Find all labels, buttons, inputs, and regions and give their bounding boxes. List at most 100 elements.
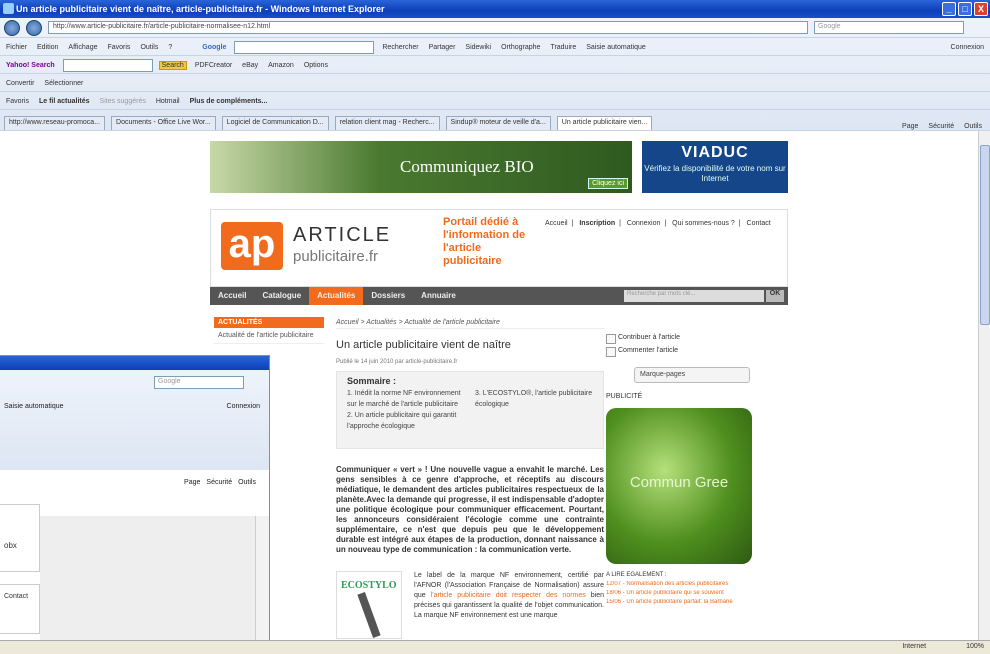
ecostylo-image: ECOSTYLO bbox=[336, 571, 402, 639]
tool-securite[interactable]: Sécurité bbox=[926, 123, 956, 130]
eco-link[interactable]: l'article publicitaire doit respecter de… bbox=[431, 592, 586, 599]
tab-1[interactable]: http://www.reseau-promoca... bbox=[4, 116, 106, 130]
brand-article: ARTICLE bbox=[293, 224, 392, 246]
site-search-ok[interactable]: OK bbox=[766, 290, 784, 302]
sommaire-col-2[interactable]: 3. L'ECOSTYLO®, l'article publicitaire é… bbox=[475, 388, 593, 432]
win2-page-area bbox=[40, 516, 255, 650]
tool-outils[interactable]: Outils bbox=[962, 123, 990, 130]
amazon-button[interactable]: Amazon bbox=[266, 62, 296, 69]
pdfcreator-button[interactable]: PDFCreator bbox=[193, 62, 234, 69]
win2-search[interactable]: Google bbox=[154, 375, 244, 389]
bio-banner[interactable]: Communiquez BIO Cliquez ici bbox=[210, 141, 632, 193]
ebay-button[interactable]: eBay bbox=[240, 62, 260, 69]
sommaire-title: Sommaire : bbox=[347, 376, 397, 386]
convert-row: Convertir Sélectionner bbox=[0, 75, 990, 92]
left-item[interactable]: Actualité de l'article publicitaire bbox=[214, 328, 324, 344]
google-orthographe[interactable]: Orthographe bbox=[499, 44, 542, 51]
nav-actualites[interactable]: Actualités bbox=[309, 287, 364, 305]
google-partager[interactable]: Partager bbox=[427, 44, 458, 51]
brand-publicitaire: publicitaire.fr bbox=[293, 248, 379, 265]
tab-3[interactable]: Logiciel de Communication D... bbox=[221, 116, 329, 130]
minimize-button[interactable]: _ bbox=[942, 2, 956, 16]
win2-tile-1[interactable]: obx bbox=[0, 504, 40, 572]
address-bar[interactable]: http://www.article-publicitaire.fr/artic… bbox=[48, 21, 808, 34]
tab-4[interactable]: relation client mag - Recherc... bbox=[334, 116, 440, 130]
yahoo-search-button[interactable]: Search bbox=[158, 60, 187, 70]
article-title: Un article publicitaire vient de naître bbox=[336, 339, 511, 351]
nav-catalogue[interactable]: Catalogue bbox=[254, 287, 309, 305]
tab-2[interactable]: Documents - Office Live Wor... bbox=[111, 116, 216, 130]
back-button[interactable] bbox=[4, 19, 20, 36]
topnav-inscription[interactable]: Inscription bbox=[579, 220, 615, 227]
menu-edition[interactable]: Edition bbox=[35, 44, 60, 51]
tabs-row: http://www.reseau-promoca... Documents -… bbox=[0, 111, 990, 131]
google-saisie[interactable]: Saisie automatique bbox=[584, 44, 648, 51]
breadcrumb[interactable]: Accueil > Actualités > Actualité de l'ar… bbox=[336, 317, 604, 329]
menu-fichier[interactable]: Fichier bbox=[4, 44, 29, 51]
bio-banner-cta[interactable]: Cliquez ici bbox=[588, 178, 628, 189]
right-column: Contribuer à l'article Commenter l'artic… bbox=[606, 331, 784, 605]
sommaire-col-1[interactable]: 1. Inédit la norme NF environnement sur … bbox=[347, 388, 465, 432]
selectionner-button[interactable]: Sélectionner bbox=[42, 80, 85, 87]
maximize-button[interactable]: □ bbox=[958, 2, 972, 16]
related-link-2[interactable]: 18/06 - Un article publicitaire qui se s… bbox=[606, 590, 784, 596]
win2-outils[interactable]: Outils bbox=[238, 479, 256, 486]
fav-plus-complements[interactable]: Plus de compléments... bbox=[188, 98, 270, 105]
scroll-thumb[interactable] bbox=[980, 145, 990, 325]
win2-securite[interactable]: Sécurité bbox=[206, 479, 232, 486]
site-search-input[interactable]: Recherche par mots clé... bbox=[624, 290, 764, 302]
nav-accueil[interactable]: Accueil bbox=[210, 287, 254, 305]
win2-contact[interactable]: Contact bbox=[0, 584, 40, 634]
convertir-button[interactable]: Convertir bbox=[4, 80, 36, 87]
google-sidewiki[interactable]: Sidewiki bbox=[463, 44, 493, 51]
yahoo-search-input[interactable] bbox=[62, 58, 153, 72]
win2-connexion[interactable]: Connexion bbox=[227, 403, 270, 410]
status-zone: Internet bbox=[902, 643, 927, 650]
leaf-ad-image[interactable]: Commun Gree bbox=[606, 408, 752, 564]
fav-hotmail[interactable]: Hotmail bbox=[154, 98, 182, 105]
forward-button[interactable] bbox=[26, 19, 42, 36]
status-zoom[interactable]: 100% bbox=[966, 643, 984, 652]
menu-favoris[interactable]: Favoris bbox=[105, 44, 132, 51]
vertical-scrollbar[interactable] bbox=[978, 131, 990, 640]
google-connexion[interactable]: Connexion bbox=[949, 44, 990, 51]
close-button[interactable]: X bbox=[974, 2, 988, 16]
win2-page[interactable]: Page bbox=[184, 479, 200, 486]
google-traduire[interactable]: Traduire bbox=[548, 44, 578, 51]
fav-fil-actualites[interactable]: Le fil actualités bbox=[37, 98, 92, 105]
status-bar: Internet 100% bbox=[0, 640, 990, 654]
topnav-contact[interactable]: Contact bbox=[747, 220, 771, 227]
viaduc-banner[interactable]: VIADUC Vérifiez la disponibilité de votr… bbox=[642, 141, 788, 193]
yahoo-logo: Yahoo! Search bbox=[6, 61, 55, 69]
site-logo[interactable]: ap bbox=[221, 222, 283, 270]
win2-scrollbar[interactable] bbox=[255, 516, 269, 650]
menu-help[interactable]: ? bbox=[166, 44, 174, 51]
contribuer-link[interactable]: Contribuer à l'article bbox=[606, 331, 784, 344]
topnav-accueil[interactable]: Accueil bbox=[545, 220, 568, 227]
fav-sites-suggeres[interactable]: Sites suggérés bbox=[98, 98, 148, 105]
related-link-1[interactable]: 12/07 - Normalisation des articles publi… bbox=[606, 581, 784, 587]
main-nav: Accueil Catalogue Actualités Dossiers An… bbox=[210, 287, 788, 305]
nav-annuaire[interactable]: Annuaire bbox=[413, 287, 464, 305]
tool-page[interactable]: Page bbox=[900, 123, 920, 130]
commenter-link[interactable]: Commenter l'article bbox=[606, 344, 784, 357]
win2-titlebar bbox=[0, 356, 269, 370]
win2-saisie[interactable]: Saisie automatique bbox=[4, 403, 64, 410]
viaduc-logo: VIADUC bbox=[681, 144, 749, 161]
tab-5[interactable]: Sindup® moteur de veille d'a... bbox=[445, 116, 551, 130]
topnav-connexion[interactable]: Connexion bbox=[627, 220, 660, 227]
options-button[interactable]: Options bbox=[302, 62, 330, 69]
topnav-qui-sommes-nous[interactable]: Qui sommes-nous ? bbox=[672, 220, 735, 227]
marque-pages-button[interactable]: Marque-pages bbox=[634, 367, 750, 383]
background-ie-window[interactable]: Google Saisie automatique Connexion Page… bbox=[0, 355, 270, 654]
menu-outils[interactable]: Outils bbox=[138, 44, 160, 51]
tab-6-active[interactable]: Un article publicitaire vien... bbox=[556, 116, 653, 130]
menu-affichage[interactable]: Affichage bbox=[66, 44, 99, 51]
favoris-button[interactable]: Favoris bbox=[4, 98, 31, 105]
search-input[interactable]: Google bbox=[814, 21, 964, 34]
google-rechercher[interactable]: Rechercher bbox=[380, 44, 420, 51]
google-toolbar-input[interactable] bbox=[234, 40, 375, 54]
top-nav: Accueil | Inscription | Connexion | Qui som… bbox=[545, 220, 771, 227]
nav-dossiers[interactable]: Dossiers bbox=[363, 287, 413, 305]
related-link-3[interactable]: 15/06 - Un article publicitaire parfait:… bbox=[606, 599, 784, 605]
